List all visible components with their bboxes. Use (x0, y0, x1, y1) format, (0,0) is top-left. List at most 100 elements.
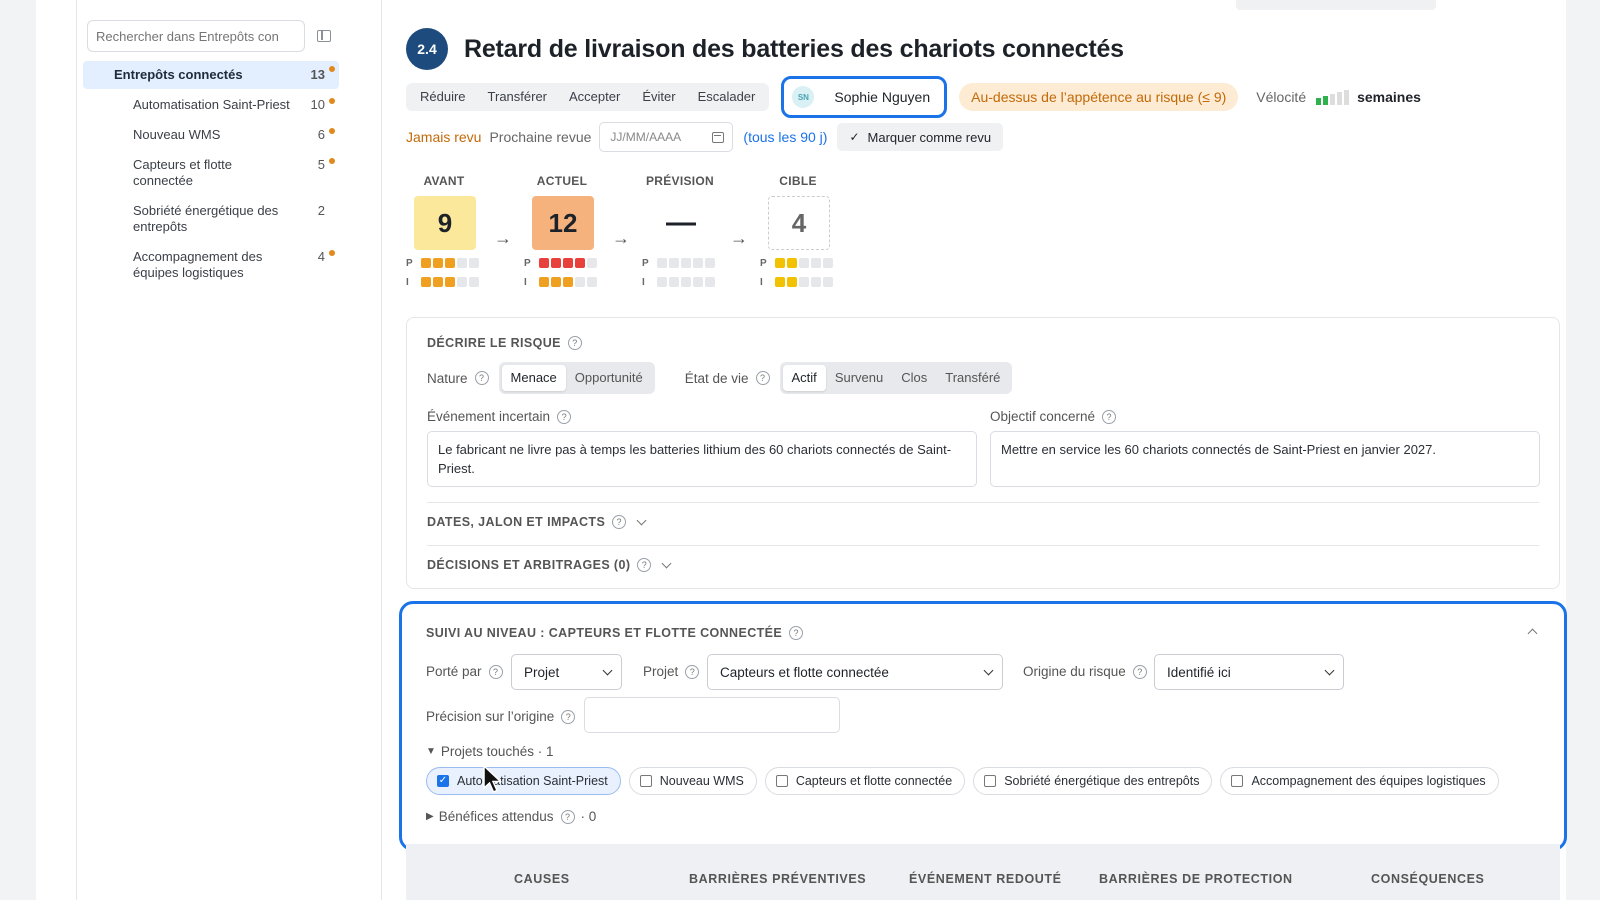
impact-scale: I (524, 276, 597, 288)
review-frequency-link[interactable]: (tous les 90 j) (743, 129, 827, 145)
benefits-toggle[interactable]: ▶ Bénéfices attendus? · 0 (426, 809, 596, 824)
mouse-cursor-icon (483, 764, 503, 793)
risk-detail: 2.4 Retard de livraison des batteries de… (399, 0, 1567, 900)
nature-menace[interactable]: Menace (501, 365, 566, 391)
help-icon[interactable]: ? (488, 664, 503, 679)
calendar-icon[interactable] (712, 131, 725, 143)
arrow-right-icon: → (612, 228, 630, 248)
precision-input[interactable] (584, 697, 840, 733)
page-title: Retard de livraison des batteries des ch… (464, 34, 1124, 63)
impact-scale: I (760, 276, 833, 288)
sidebar-item-count: 6 (317, 127, 325, 142)
carried-by-select[interactable]: Projet (511, 654, 622, 690)
section-title-text: SUIVI AU NIVEAU : CAPTEURS ET FLOTTE CON… (426, 626, 783, 640)
probability-scale: P (524, 257, 597, 269)
score-value: 4 (768, 196, 830, 250)
select-value: Identifié ici (1167, 664, 1231, 680)
event-textarea[interactable]: Le fabricant ne livre pas à temps les ba… (427, 431, 977, 487)
sidebar-item-label: Automatisation Saint-Priest (133, 97, 290, 112)
state-clos[interactable]: Clos (892, 365, 936, 391)
sidebar-item-count: 5 (317, 157, 325, 172)
impact-scale: I (642, 276, 715, 288)
state-toggle: Actif Survenu Clos Transféré (779, 362, 1013, 394)
sidebar-item-count: 4 (317, 249, 325, 264)
next-review-date-input[interactable]: JJ/MM/AAAA (599, 122, 734, 152)
help-icon[interactable]: ? (567, 336, 582, 350)
sidebar-item-label: Sobriété énergétique des entrepôts (133, 203, 279, 234)
help-icon[interactable]: ? (612, 515, 627, 529)
chevron-up-icon[interactable] (1527, 628, 1538, 639)
sidebar-item-capteurs[interactable]: Capteurs et flotte connectée 5 (83, 151, 339, 195)
sidebar-toggle-icon[interactable] (317, 30, 331, 42)
help-icon[interactable]: ? (1102, 409, 1117, 424)
app-window: Entrepôts connectés 13 Automatisation Sa… (36, 0, 1567, 900)
sidebar-item-nouveau-wms[interactable]: Nouveau WMS 6 (83, 121, 339, 149)
help-icon[interactable]: ? (560, 809, 575, 824)
action-eviter[interactable]: Éviter (631, 86, 686, 108)
probability-scale: P (406, 257, 479, 269)
velocity-label: Vélocité (1256, 89, 1307, 105)
chevron-down-icon (1324, 665, 1335, 675)
action-transferer[interactable]: Transférer (477, 86, 558, 108)
checkbox-icon[interactable] (639, 775, 652, 787)
project-select[interactable]: Capteurs et flotte connectée (707, 654, 1003, 690)
velocity: Vélocité semaines (1256, 89, 1421, 105)
help-icon[interactable]: ? (561, 709, 576, 724)
action-reduire[interactable]: Réduire (409, 86, 477, 108)
state-actif[interactable]: Actif (782, 365, 826, 391)
section-title-text: DÉCISIONS ET ARBITRAGES (0) (427, 558, 631, 572)
score-cible: CIBLE 4 P I (760, 174, 878, 288)
dates-section-toggle[interactable]: DATES, JALON ET IMPACTS? (427, 515, 647, 529)
touched-projects-toggle[interactable]: ▼ Projets touchés · 1 (426, 744, 553, 759)
alert-dot-icon (329, 66, 335, 72)
owner-name: Sophie Nguyen (834, 89, 931, 105)
help-icon[interactable]: ? (755, 371, 770, 385)
checkbox-checked-icon[interactable]: ✓ (437, 775, 449, 787)
sidebar-item-entrepots-connectes[interactable]: Entrepôts connectés 13 (83, 61, 339, 89)
mark-reviewed-button[interactable]: ✓ Marquer comme revu (837, 123, 1004, 151)
score-value: 12 (532, 196, 594, 250)
decisions-section-toggle[interactable]: DÉCISIONS ET ARBITRAGES (0)? (427, 558, 672, 572)
sidebar-item-sobriete[interactable]: Sobriété énergétique des entrepôts 2 (83, 197, 339, 241)
nature-opportunite[interactable]: Opportunité (566, 365, 652, 391)
checkbox-icon[interactable] (984, 775, 997, 787)
state-transfere[interactable]: Transféré (936, 365, 1009, 391)
check-icon: ✓ (849, 130, 860, 144)
action-escalader[interactable]: Escalader (687, 86, 767, 108)
project-chip-nouveau-wms[interactable]: Nouveau WMS (628, 767, 757, 795)
help-icon[interactable]: ? (557, 409, 572, 424)
probability-scale: P (642, 257, 715, 269)
chevron-down-icon (661, 558, 672, 568)
owner-selector[interactable]: SN Sophie Nguyen (781, 76, 948, 118)
checkbox-icon[interactable] (1231, 775, 1244, 787)
tracking-card: SUIVI AU NIVEAU : CAPTEURS ET FLOTTE CON… (399, 601, 1567, 851)
checkbox-icon[interactable] (775, 775, 788, 787)
help-icon[interactable]: ? (789, 626, 804, 640)
section-title: DÉCRIRE LE RISQUE? (427, 336, 582, 350)
risk-id-badge: 2.4 (406, 28, 448, 70)
project-chip-accompagnement[interactable]: Accompagnement des équipes logistiques (1220, 767, 1499, 795)
benefits-label-text: Bénéfices attendus (438, 809, 554, 824)
sidebar: Entrepôts connectés 13 Automatisation Sa… (76, 0, 382, 900)
help-icon[interactable]: ? (637, 558, 652, 572)
help-icon[interactable]: ? (1132, 664, 1147, 679)
sidebar-item-accompagnement[interactable]: Accompagnement des équipes logistiques 4 (83, 243, 339, 287)
objective-textarea[interactable]: Mettre en service les 60 chariots connec… (990, 431, 1540, 487)
action-accepter[interactable]: Accepter (558, 86, 631, 108)
sidebar-item-automatisation[interactable]: Automatisation Saint-Priest 10 (83, 91, 339, 119)
touched-projects-list: ✓ Automatisation Saint-Priest Nouveau WMS… (426, 767, 1499, 795)
state-survenu[interactable]: Survenu (826, 365, 892, 391)
avatar: SN (792, 86, 815, 108)
select-value: Projet (524, 664, 560, 680)
help-icon[interactable]: ? (474, 371, 489, 385)
help-icon[interactable]: ? (685, 664, 700, 679)
bowtie-causes: CAUSES (514, 872, 570, 886)
project-chip-automatisation[interactable]: ✓ Automatisation Saint-Priest (426, 767, 621, 795)
project-chip-capteurs[interactable]: Capteurs et flotte connectée (764, 767, 966, 795)
search-input[interactable] (87, 20, 305, 52)
score-label: ACTUEL (536, 174, 588, 188)
sidebar-item-count: 13 (310, 67, 325, 82)
next-review-label: Prochaine revue (489, 129, 592, 145)
origin-select[interactable]: Identifié ici (1154, 654, 1344, 690)
project-chip-sobriete[interactable]: Sobriété énergétique des entrepôts (973, 767, 1213, 795)
